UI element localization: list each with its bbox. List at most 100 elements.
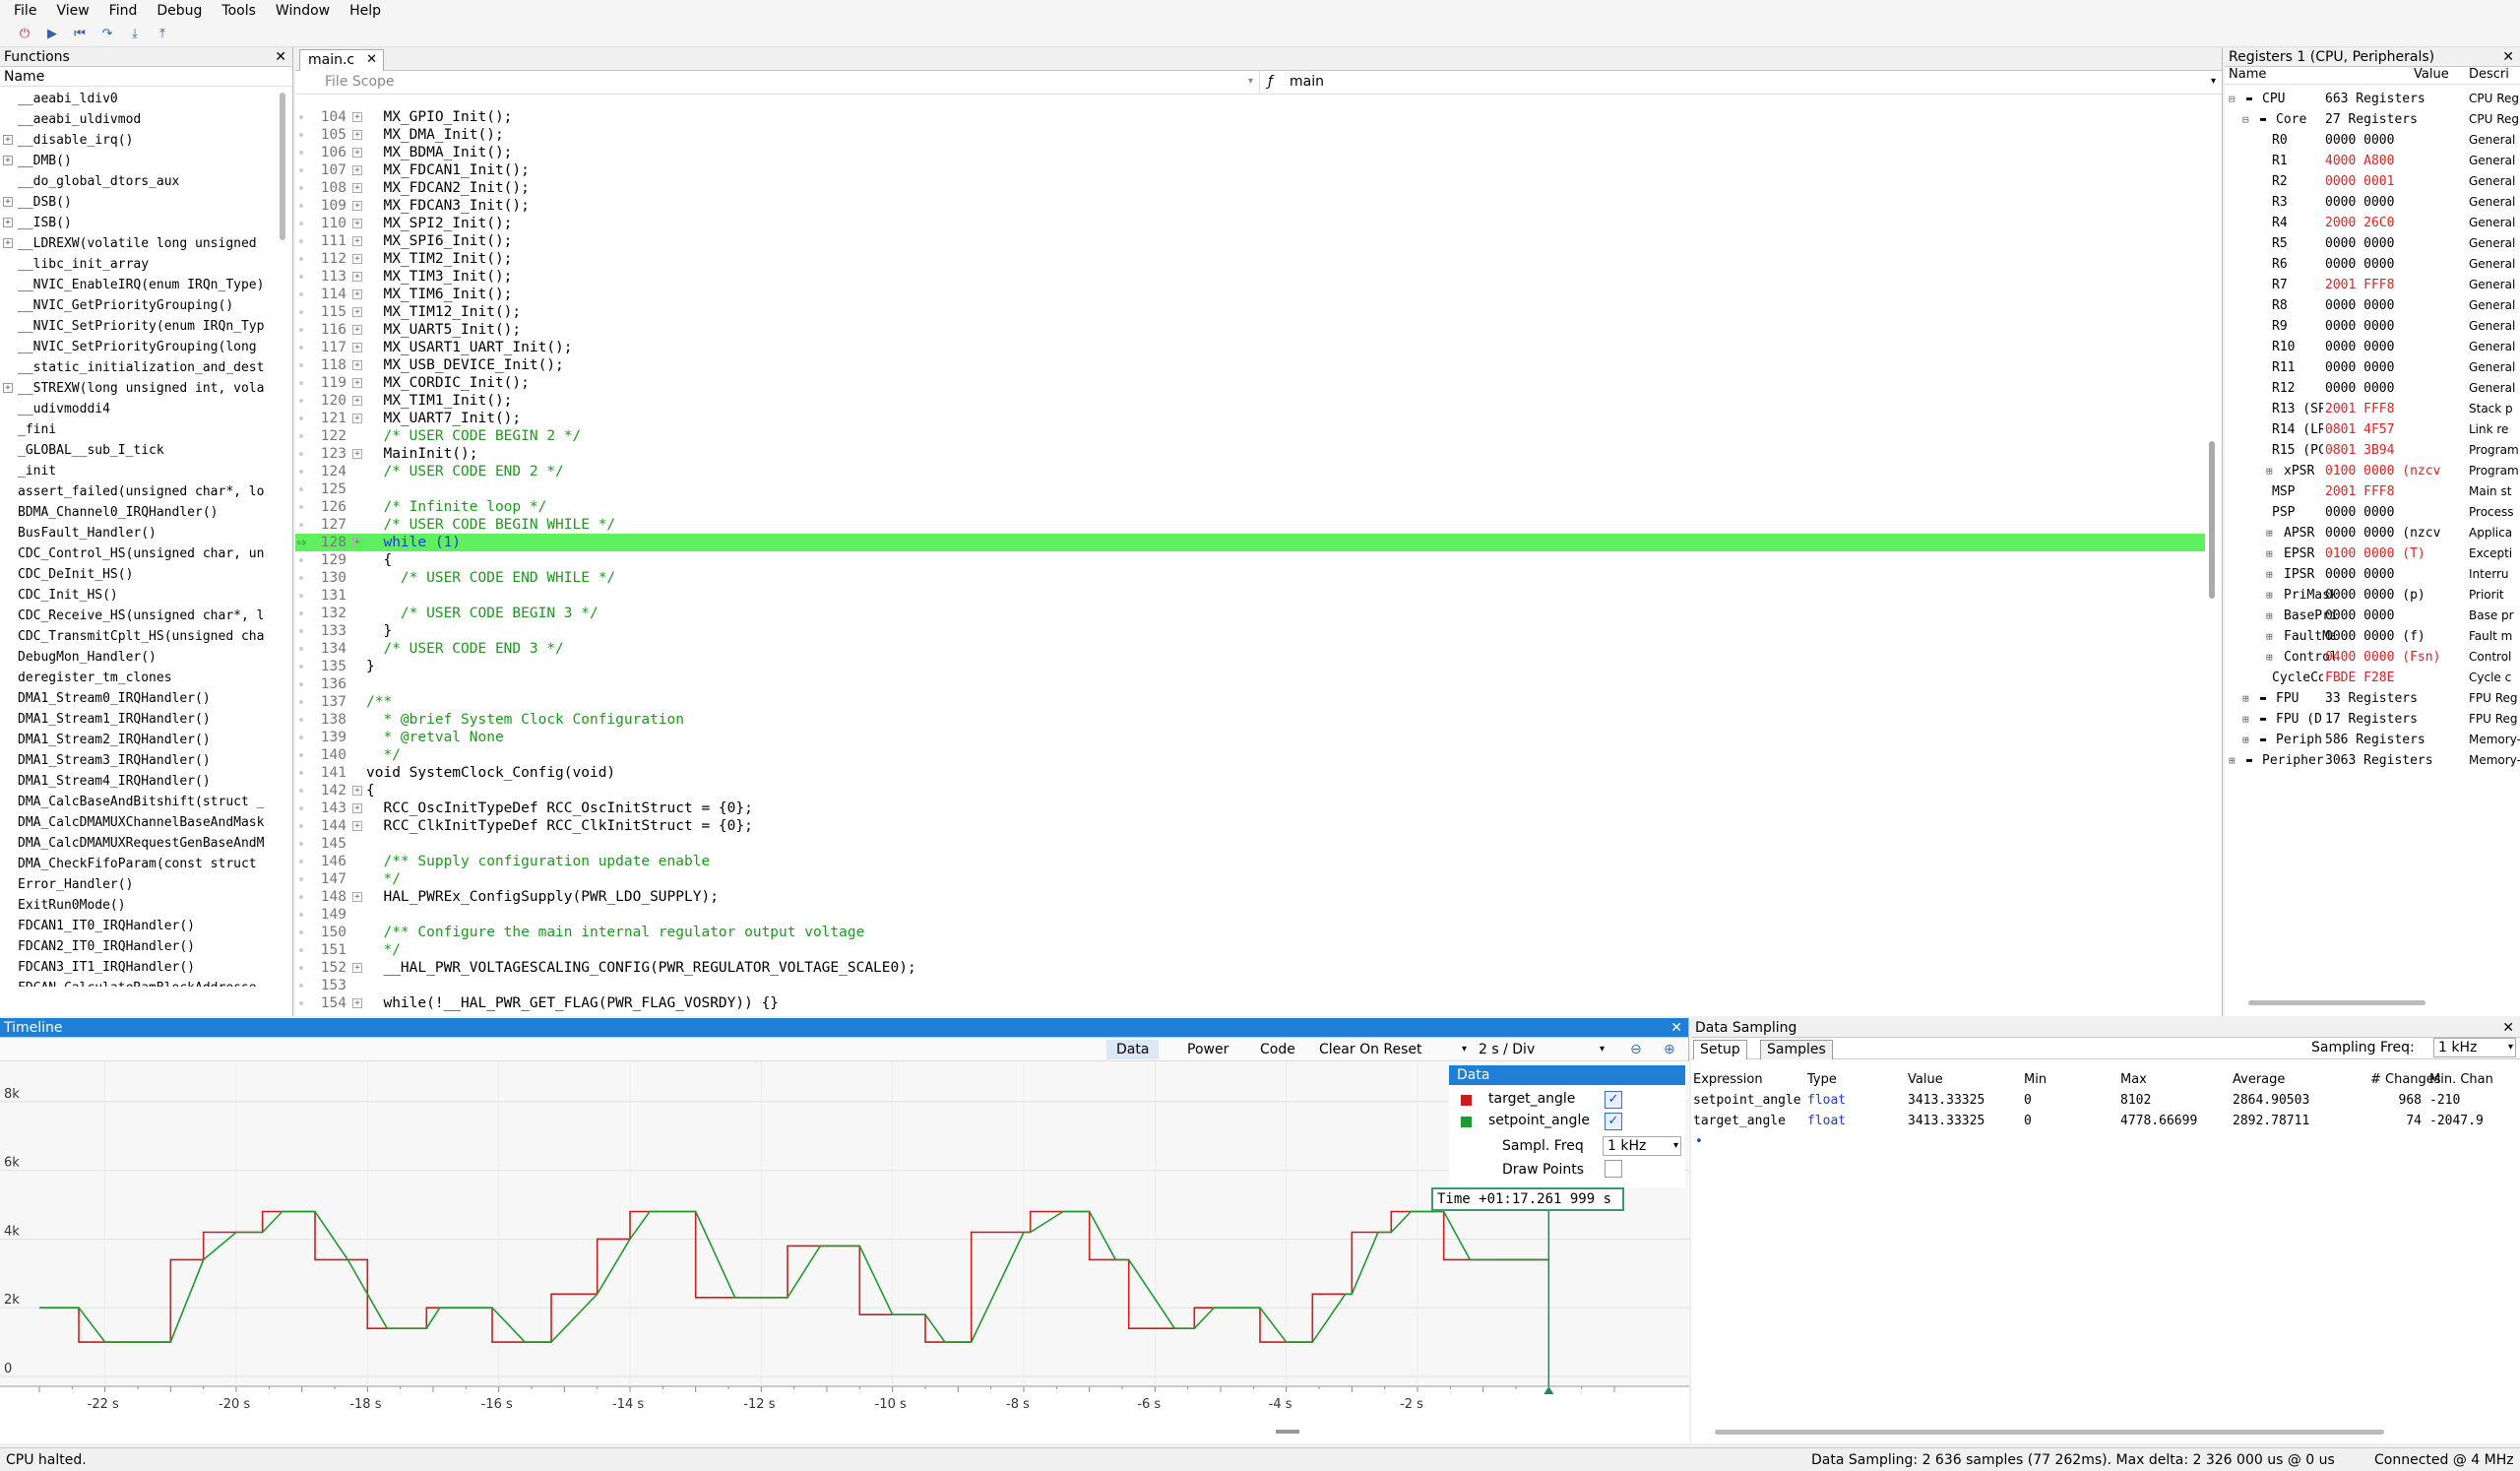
registers-hscroll[interactable] <box>2248 1000 2426 1005</box>
editor-scrollbar[interactable] <box>2209 441 2215 599</box>
zoom-out-icon[interactable]: ⊖ <box>1620 1040 1652 1059</box>
fold-icon[interactable]: + <box>352 343 362 352</box>
function-item[interactable]: CDC_Init_HS() <box>0 585 276 606</box>
function-item[interactable]: FDCAN1_IT0_IRQHandler() <box>0 916 276 936</box>
expand-icon[interactable]: + <box>3 218 13 227</box>
function-item[interactable]: ExitRun0Mode() <box>0 895 276 916</box>
expand-icon[interactable]: ⊞ <box>2266 461 2273 481</box>
breakpoint-dot[interactable] <box>299 452 303 456</box>
breakpoint-dot[interactable] <box>299 381 303 385</box>
function-item[interactable]: BDMA_Channel0_IRQHandler() <box>0 502 276 523</box>
register-row[interactable]: R11 0000 0000 General <box>2225 357 2520 378</box>
breakpoint-dot[interactable] <box>299 204 303 208</box>
breakpoint-dot[interactable] <box>299 806 303 810</box>
breakpoint-dot[interactable] <box>299 948 303 952</box>
breakpoint-dot[interactable] <box>299 576 303 580</box>
time-div-select[interactable]: 2 s / Div ▾ <box>1469 1040 1606 1059</box>
fold-icon[interactable]: + <box>352 821 362 831</box>
fold-icon[interactable]: + <box>352 112 362 122</box>
function-item[interactable]: __NVIC_SetPriority(enum IRQn_Typ <box>0 316 276 337</box>
function-item[interactable]: __aeabi_ldiv0 <box>0 89 276 109</box>
function-item[interactable]: CDC_Receive_HS(unsigned char*, l <box>0 606 276 626</box>
tab-setup[interactable]: Setup <box>1693 1040 1747 1059</box>
power-icon[interactable]: ⏻ <box>14 25 35 44</box>
breakpoint-dot[interactable] <box>299 771 303 775</box>
register-row[interactable]: R2 0000 0001 General <box>2225 171 2520 192</box>
register-row[interactable]: ⊞ IPSR 0000 0000 Interru <box>2225 564 2520 585</box>
breakpoint-dot[interactable] <box>299 877 303 881</box>
fold-icon[interactable]: + <box>352 786 362 796</box>
expand-icon[interactable]: + <box>3 197 13 207</box>
function-item[interactable]: BusFault_Handler() <box>0 523 276 544</box>
register-row[interactable]: R3 0000 0000 General <box>2225 192 2520 213</box>
fold-icon[interactable]: + <box>352 396 362 406</box>
functions-scrollbar[interactable] <box>280 93 285 240</box>
register-row[interactable]: ⊞ xPSR 0100 0000 (nzcv Program <box>2225 461 2520 481</box>
fold-icon[interactable]: + <box>352 892 362 902</box>
clear-on-reset-select[interactable]: Clear On Reset ▾ <box>1309 1040 1469 1059</box>
breakpoint-dot[interactable] <box>299 292 303 296</box>
tab-main-c[interactable]: main.c ✕ <box>299 49 384 71</box>
series-checkbox[interactable]: ✓ <box>1605 1091 1622 1109</box>
expand-icon[interactable]: ⊞ <box>2242 709 2249 730</box>
splitter-handle[interactable] <box>1276 1430 1299 1434</box>
step-out-icon[interactable]: ⤒ <box>152 25 173 44</box>
breakpoint-dot[interactable] <box>299 523 303 527</box>
breakpoint-dot[interactable] <box>299 665 303 669</box>
function-item[interactable]: _init <box>0 461 276 481</box>
breakpoint-dot[interactable] <box>299 895 303 899</box>
function-item[interactable]: + __DMB() <box>0 151 276 171</box>
breakpoint-dot[interactable] <box>299 789 303 793</box>
expand-icon[interactable]: ⊞ <box>2266 647 2273 668</box>
tab-data[interactable]: Data <box>1106 1040 1160 1059</box>
register-row[interactable]: R1 4000 A800 General <box>2225 151 2520 171</box>
function-item[interactable]: __NVIC_SetPriorityGrouping(long <box>0 337 276 357</box>
fold-icon[interactable]: + <box>352 272 362 282</box>
file-scope-select[interactable]: File Scope ▾ <box>295 71 1260 94</box>
breakpoint-dot[interactable] <box>299 222 303 225</box>
new-expression-row[interactable]: • <box>1691 1131 2520 1152</box>
expand-icon[interactable]: + <box>3 135 13 145</box>
expand-icon[interactable]: ⊞ <box>2266 606 2273 626</box>
register-row[interactable]: ⊞ Control 0400 0000 (Fsn) Control <box>2225 647 2520 668</box>
expand-icon[interactable]: ⊞ <box>2266 626 2273 647</box>
expand-icon[interactable]: ⊞ <box>2266 564 2273 585</box>
fold-icon[interactable]: + <box>352 254 362 264</box>
fold-icon[interactable]: + <box>352 201 362 211</box>
function-item[interactable]: FDCAN3_IT1_IRQHandler() <box>0 957 276 978</box>
function-item[interactable]: __udivmoddi4 <box>0 399 276 419</box>
breakpoint-dot[interactable] <box>299 434 303 438</box>
register-row[interactable]: R6 0000 0000 General <box>2225 254 2520 275</box>
expand-icon[interactable]: ⊞ <box>2242 730 2249 750</box>
breakpoint-dot[interactable] <box>299 115 303 119</box>
register-row[interactable]: ⊞ ▬ Peripher 3063 Registers Memory- <box>2225 750 2520 771</box>
function-item[interactable]: assert_failed(unsigned char*, lo <box>0 481 276 502</box>
register-row[interactable]: R4 2000 26C0 General <box>2225 213 2520 233</box>
fold-icon[interactable]: + <box>352 378 362 388</box>
breakpoint-dot[interactable] <box>299 275 303 279</box>
menu-help[interactable]: Help <box>340 3 391 19</box>
step-into-icon[interactable]: ⤓ <box>124 25 146 44</box>
fold-icon[interactable]: + <box>352 998 362 1008</box>
fold-icon[interactable]: + <box>352 360 362 370</box>
register-row[interactable]: ⊞ ▬ FPU 33 Registers FPU Reg <box>2225 688 2520 709</box>
close-icon[interactable]: ✕ <box>1670 1020 1682 1036</box>
register-row[interactable]: ⊞ BasePri 0000 0000 Base pr <box>2225 606 2520 626</box>
function-item[interactable]: __NVIC_GetPriorityGrouping() <box>0 295 276 316</box>
function-item[interactable]: deregister_tm_clones <box>0 668 276 688</box>
breakpoint-dot[interactable] <box>299 151 303 155</box>
function-item[interactable]: + __disable_irq() <box>0 130 276 151</box>
menu-debug[interactable]: Debug <box>147 3 212 19</box>
expand-icon[interactable]: ⊞ <box>2266 523 2273 544</box>
breakpoint-dot[interactable] <box>299 328 303 332</box>
register-row[interactable]: ⊞ EPSR 0100 0000 (T) Excepti <box>2225 544 2520 564</box>
tab-code[interactable]: Code <box>1250 1040 1305 1059</box>
register-row[interactable]: R15 (PC 0801 3B94 Program <box>2225 440 2520 461</box>
breakpoint-dot[interactable] <box>299 842 303 846</box>
expand-icon[interactable]: ⊞ <box>2266 544 2273 564</box>
function-item[interactable]: __aeabi_uldivmod <box>0 109 276 130</box>
expand-icon[interactable]: + <box>3 383 13 393</box>
zoom-in-icon[interactable]: ⊕ <box>1654 1040 1685 1059</box>
tab-samples[interactable]: Samples <box>1760 1040 1833 1059</box>
function-item[interactable]: DebugMon_Handler() <box>0 647 276 668</box>
